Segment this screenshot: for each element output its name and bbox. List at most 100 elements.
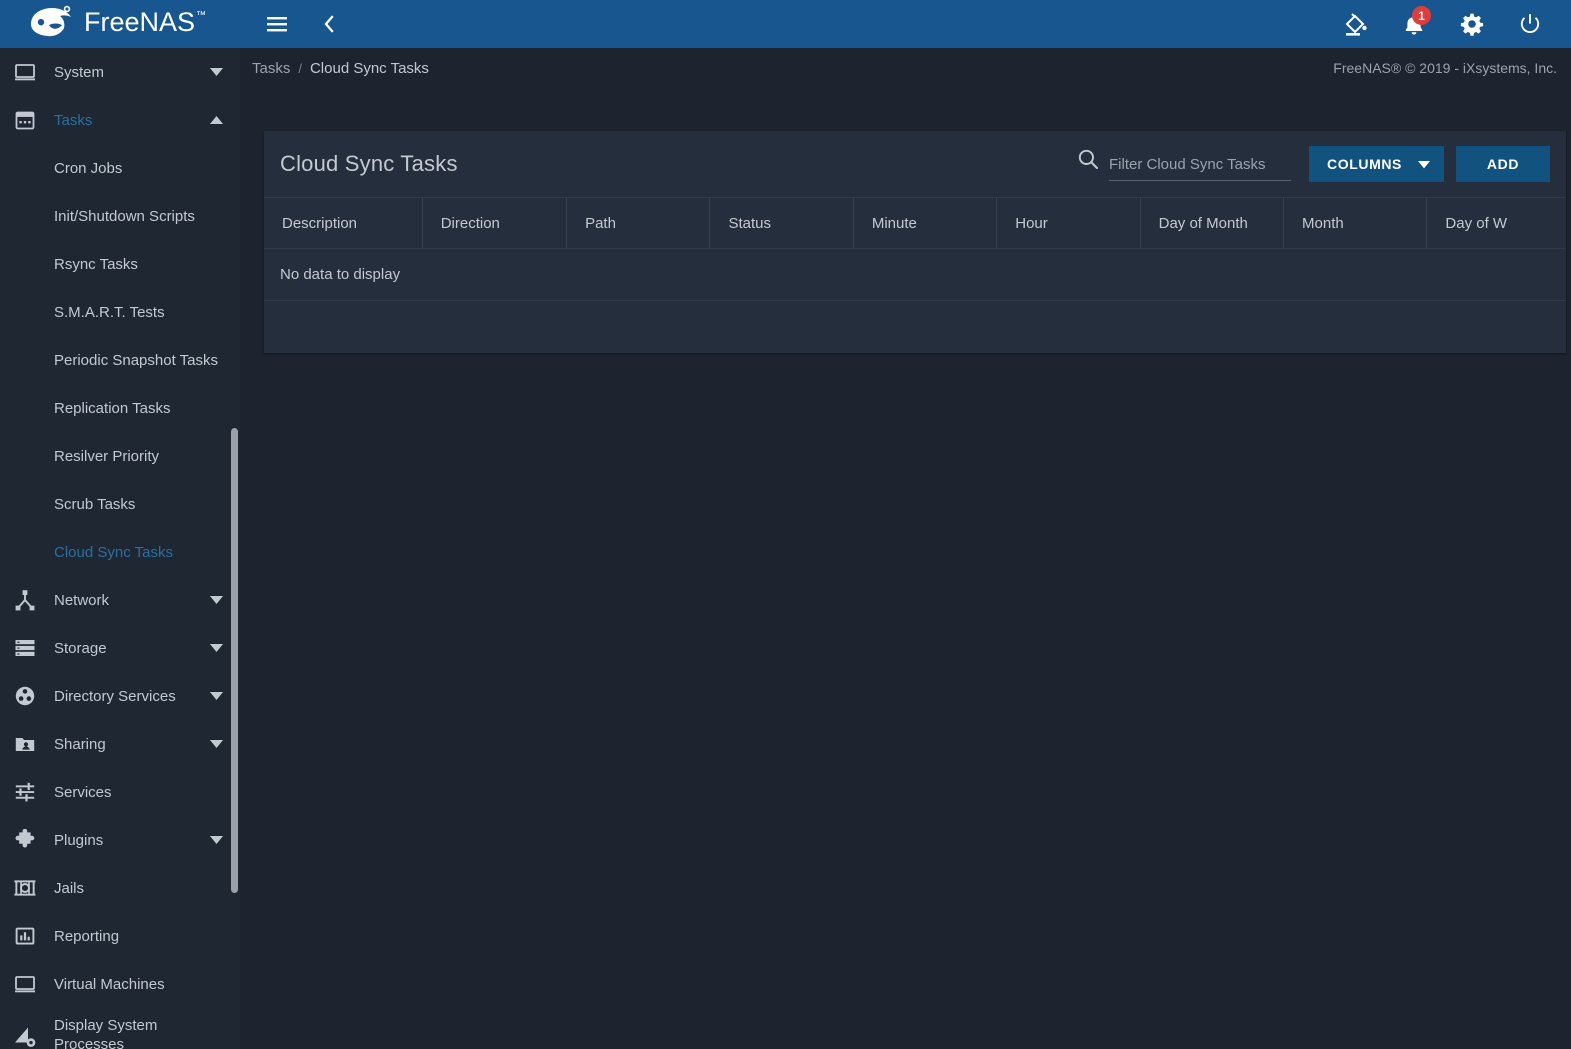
sidebar-item-rsync-tasks[interactable]: Rsync Tasks bbox=[0, 240, 240, 288]
breadcrumb-current-page: Cloud Sync Tasks bbox=[310, 60, 429, 77]
sidebar-subitem-label: Init/Shutdown Scripts bbox=[54, 208, 195, 225]
jails-icon bbox=[10, 877, 40, 899]
display-system-processes-icon bbox=[10, 1024, 40, 1048]
sidebar-item-sharing[interactable]: Sharing bbox=[0, 720, 240, 768]
sidebar-item-services[interactable]: Services bbox=[0, 768, 240, 816]
chevron-down-icon[interactable] bbox=[208, 836, 224, 845]
brand-logo-area[interactable]: FreeNAS ™ bbox=[0, 0, 240, 48]
main-content-area: Tasks / Cloud Sync Tasks FreeNAS® © 2019… bbox=[240, 48, 1571, 1049]
sidebar-item-label: Virtual Machines bbox=[54, 976, 224, 993]
table-footer bbox=[264, 301, 1566, 353]
search-input[interactable] bbox=[1109, 154, 1291, 181]
sidebar-subitem-label: S.M.A.R.T. Tests bbox=[54, 304, 165, 321]
sidebar-item-scrub-tasks[interactable]: Scrub Tasks bbox=[0, 480, 240, 528]
sidebar-item-label: Services bbox=[54, 784, 224, 801]
table-column-header-direction[interactable]: Direction bbox=[422, 198, 566, 248]
chevron-down-icon[interactable] bbox=[208, 68, 224, 77]
breadcrumb-parent-link[interactable]: Tasks bbox=[252, 60, 290, 77]
breadcrumb-bar: Tasks / Cloud Sync Tasks FreeNAS® © 2019… bbox=[240, 48, 1571, 88]
sidebar-item-label: Network bbox=[54, 592, 208, 609]
sidebar-item-replication-tasks[interactable]: Replication Tasks bbox=[0, 384, 240, 432]
sidebar-item-label: Plugins bbox=[54, 832, 208, 849]
columns-button-label: COLUMNS bbox=[1327, 156, 1402, 172]
cloud-sync-tasks-card: Cloud Sync Tasks COLUMNS ADD bbox=[264, 131, 1566, 353]
directory-services-icon bbox=[10, 685, 40, 707]
virtual-machines-icon bbox=[10, 973, 40, 995]
sidebar-item-display-system-processes[interactable]: Display System Processes bbox=[0, 1008, 240, 1049]
network-icon bbox=[10, 589, 40, 611]
sidebar-item-init-shutdown-scripts[interactable]: Init/Shutdown Scripts bbox=[0, 192, 240, 240]
breadcrumb-separator: / bbox=[298, 61, 302, 76]
notifications-button[interactable]: 1 bbox=[1395, 5, 1433, 43]
gear-icon bbox=[1460, 12, 1484, 36]
add-button-label: ADD bbox=[1487, 156, 1519, 172]
sidebar-item-virtual-machines[interactable]: Virtual Machines bbox=[0, 960, 240, 1008]
sharing-folder-user-icon bbox=[10, 733, 40, 755]
filter-area bbox=[1077, 148, 1291, 181]
table-column-header-path[interactable]: Path bbox=[566, 198, 709, 248]
svg-text:FreeNAS: FreeNAS bbox=[84, 7, 195, 37]
chevron-left-icon bbox=[319, 14, 339, 34]
sidebar-item-system[interactable]: System bbox=[0, 48, 240, 96]
sidebar-subitem-label: Rsync Tasks bbox=[54, 256, 138, 273]
sidebar-item-label: Display System Processes bbox=[54, 1017, 224, 1049]
sidebar-scrollbar-thumb[interactable] bbox=[231, 428, 238, 893]
columns-button[interactable]: COLUMNS bbox=[1309, 146, 1444, 182]
chevron-down-icon[interactable] bbox=[208, 596, 224, 605]
sidebar-subitem-label: Resilver Priority bbox=[54, 448, 159, 465]
sidebar-item-storage[interactable]: Storage bbox=[0, 624, 240, 672]
sidebar-item-tasks[interactable]: Tasks bbox=[0, 96, 240, 144]
table-column-header-hour[interactable]: Hour bbox=[996, 198, 1139, 248]
menu-toggle-button[interactable] bbox=[258, 5, 296, 43]
table-column-header-status[interactable]: Status bbox=[709, 198, 852, 248]
plugins-puzzle-icon bbox=[10, 829, 40, 851]
notification-count-badge: 1 bbox=[1412, 6, 1431, 25]
top-header-bar: FreeNAS ™ bbox=[0, 0, 1571, 48]
chevron-down-icon[interactable] bbox=[208, 740, 224, 749]
sidebar-item-periodic-snapshot-tasks[interactable]: Periodic Snapshot Tasks bbox=[0, 336, 240, 384]
svg-text:™: ™ bbox=[196, 10, 206, 21]
chevron-up-icon[interactable] bbox=[208, 116, 224, 125]
chevron-down-icon[interactable] bbox=[208, 692, 224, 701]
page-title: Cloud Sync Tasks bbox=[280, 151, 458, 177]
copyright-notice: FreeNAS® © 2019 - iXsystems, Inc. bbox=[1333, 60, 1557, 76]
table-column-header-day-of-month[interactable]: Day of Month bbox=[1140, 198, 1283, 248]
sidebar-subitem-label: Periodic Snapshot Tasks bbox=[54, 352, 218, 369]
top-header-controls: 1 bbox=[240, 0, 1571, 48]
sidebar-item-smart-tests[interactable]: S.M.A.R.T. Tests bbox=[0, 288, 240, 336]
monitor-icon bbox=[10, 61, 40, 83]
table-column-header-month[interactable]: Month bbox=[1283, 198, 1426, 248]
sidebar-scroll-area: System Tasks Cron Jobs bbox=[0, 48, 240, 1049]
search-icon[interactable] bbox=[1077, 148, 1099, 175]
main-sidebar: System Tasks Cron Jobs bbox=[0, 48, 240, 1049]
settings-button[interactable] bbox=[1453, 5, 1491, 43]
calendar-icon bbox=[10, 109, 40, 131]
header-action-icons: 1 bbox=[1337, 5, 1549, 43]
sidebar-subitem-label: Scrub Tasks bbox=[54, 496, 135, 513]
sidebar-collapse-button[interactable] bbox=[310, 5, 348, 43]
chevron-down-icon[interactable] bbox=[208, 644, 224, 653]
sidebar-subitem-label: Cron Jobs bbox=[54, 160, 122, 177]
table-column-header-day-of-week[interactable]: Day of W bbox=[1426, 198, 1566, 248]
chevron-down-icon bbox=[1418, 156, 1430, 172]
sidebar-item-plugins[interactable]: Plugins bbox=[0, 816, 240, 864]
hamburger-menu-icon bbox=[265, 12, 289, 36]
theme-picker-button[interactable] bbox=[1337, 5, 1375, 43]
sidebar-item-cloud-sync-tasks[interactable]: Cloud Sync Tasks bbox=[0, 528, 240, 576]
sidebar-item-jails[interactable]: Jails bbox=[0, 864, 240, 912]
sidebar-item-reporting[interactable]: Reporting bbox=[0, 912, 240, 960]
reporting-chart-icon bbox=[10, 925, 40, 947]
services-sliders-icon bbox=[10, 781, 40, 803]
table-header-row: Description Direction Path Status Minute… bbox=[264, 197, 1566, 249]
sidebar-item-resilver-priority[interactable]: Resilver Priority bbox=[0, 432, 240, 480]
storage-icon bbox=[10, 637, 40, 659]
table-column-header-description[interactable]: Description bbox=[264, 198, 422, 248]
sidebar-item-cron-jobs[interactable]: Cron Jobs bbox=[0, 144, 240, 192]
add-button[interactable]: ADD bbox=[1456, 146, 1550, 182]
table-column-header-minute[interactable]: Minute bbox=[853, 198, 996, 248]
power-button[interactable] bbox=[1511, 5, 1549, 43]
sidebar-item-label: Tasks bbox=[54, 112, 208, 129]
sidebar-item-network[interactable]: Network bbox=[0, 576, 240, 624]
sidebar-item-directory-services[interactable]: Directory Services bbox=[0, 672, 240, 720]
sidebar-subitem-label: Replication Tasks bbox=[54, 400, 170, 417]
